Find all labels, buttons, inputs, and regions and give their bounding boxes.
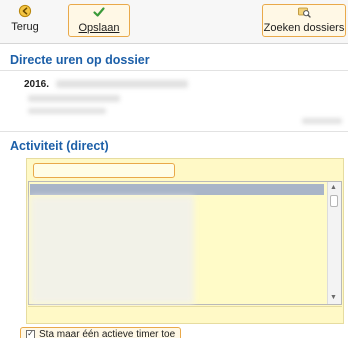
- redacted-hours-total: [302, 118, 342, 124]
- activity-list-redacted-column: [30, 196, 194, 304]
- redacted-hours-value: [28, 108, 106, 114]
- back-button[interactable]: Terug: [6, 4, 44, 37]
- single-timer-label: Sta maar één actieve timer toe: [39, 328, 176, 338]
- activity-status-strip: [28, 306, 342, 322]
- search-dossiers-button[interactable]: Zoeken dossiers: [262, 4, 346, 37]
- scroll-down-icon[interactable]: ▼: [330, 294, 337, 302]
- hours-section-title: Directe uren op dossier: [10, 53, 150, 67]
- back-button-label: Terug: [11, 21, 39, 33]
- toolbar: Terug Opslaan Zoeken dossiers: [0, 0, 348, 44]
- checkmark-icon: [93, 7, 105, 17]
- redacted-hours-value: [56, 80, 188, 88]
- activity-section-title: Activiteit (direct): [10, 139, 109, 153]
- single-timer-checkbox[interactable]: ✓ Sta maar één actieve timer toe: [20, 327, 182, 338]
- redacted-hours-value: [28, 95, 120, 102]
- hours-year-value: 2016.: [24, 79, 50, 90]
- search-dossiers-label: Zoeken dossiers: [263, 22, 345, 34]
- scrollbar-thumb[interactable]: [330, 195, 338, 207]
- section-divider: [0, 131, 348, 132]
- save-button-label: Opslaan: [78, 22, 120, 34]
- activity-list-selected-row[interactable]: [30, 184, 324, 195]
- scroll-up-icon[interactable]: ▲: [330, 184, 337, 192]
- activity-search-input[interactable]: [33, 163, 175, 178]
- hours-divider: [0, 70, 348, 71]
- search-folder-icon: [298, 7, 311, 18]
- save-button[interactable]: Opslaan: [68, 4, 130, 37]
- checkbox-checked-icon[interactable]: ✓: [26, 329, 35, 338]
- back-arrow-icon: [18, 4, 32, 18]
